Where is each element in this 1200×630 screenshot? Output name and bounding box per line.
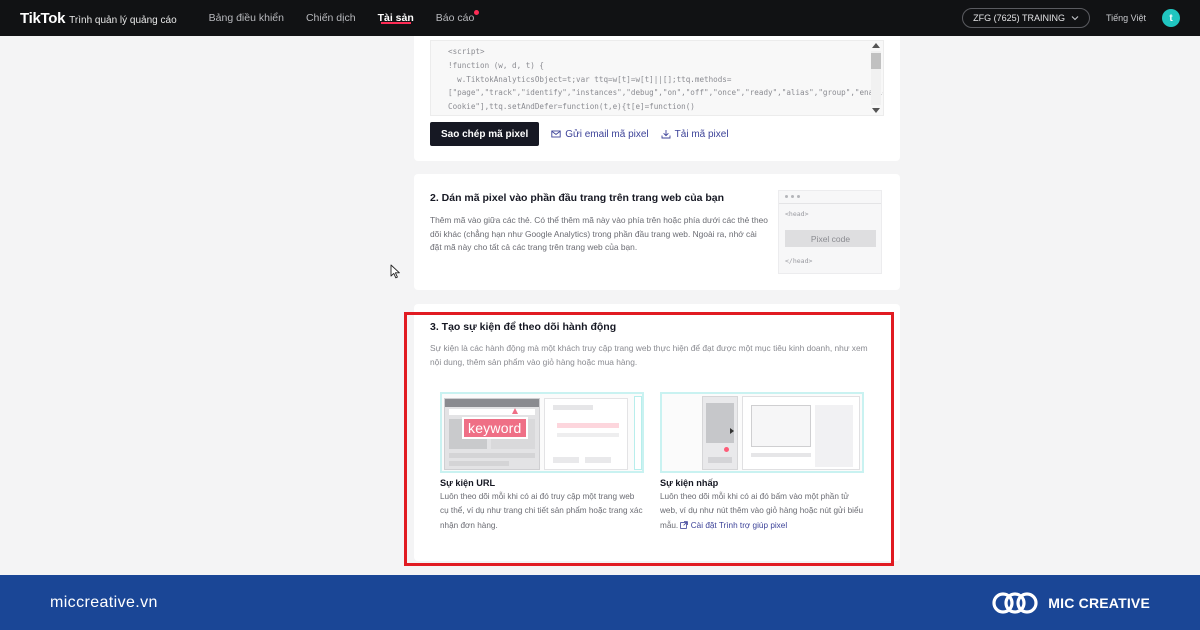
top-right-controls: ZFG (7625) TRAINING Tiếng Việt t bbox=[962, 8, 1180, 28]
pixel-code-box[interactable]: <script> !function (w, d, t) { w.TiktokA… bbox=[430, 40, 884, 116]
code-line: Cookie"],ttq.setAndDefer=function(t,e){t… bbox=[448, 102, 695, 112]
nav-assets[interactable]: Tài sản bbox=[378, 0, 414, 36]
tiktok-logo: TikTok bbox=[20, 9, 66, 27]
click-event-description: Luôn theo dõi mỗi khi có ai đó bấm vào m… bbox=[660, 490, 864, 533]
code-line: !function (w, d, t) { bbox=[448, 60, 545, 70]
footer-banner: miccreative.vn MIC CREATIVE bbox=[0, 575, 1200, 630]
head-open-tag: <head> bbox=[785, 210, 809, 218]
email-pixel-link[interactable]: Gửi email mã pixel bbox=[551, 128, 649, 140]
account-selector[interactable]: ZFG (7625) TRAINING bbox=[962, 8, 1090, 28]
footer-website[interactable]: miccreative.vn bbox=[50, 594, 158, 612]
nav-reports[interactable]: Báo cáo bbox=[435, 0, 480, 36]
pixel-code-placeholder: Pixel code bbox=[785, 230, 876, 247]
nav-reports-label: Báo cáo bbox=[435, 12, 475, 24]
click-event-title: Sự kiện nhấp bbox=[660, 478, 719, 488]
pixel-code-text: <script> !function (w, d, t) { w.TiktokA… bbox=[431, 41, 883, 114]
desktop-mockup bbox=[742, 396, 860, 470]
create-events-card: 3. Tạo sự kiện để theo dõi hành động Sự … bbox=[414, 304, 900, 561]
main-nav: Bảng điều khiển Chiến dịch Tài sản Báo c… bbox=[209, 0, 480, 36]
pixel-actions: Sao chép mã pixel Gửi email mã pixel Tải… bbox=[430, 122, 729, 146]
step3-heading: 3. Tạo sự kiện để theo dõi hành động bbox=[430, 321, 617, 333]
code-line: <script> bbox=[448, 47, 485, 56]
url-event-illustration: keyword bbox=[440, 392, 644, 473]
step3-description: Sự kiện là các hành động mà một khách tr… bbox=[430, 343, 868, 367]
chevron-down-icon bbox=[1071, 16, 1079, 21]
head-close-tag: </head> bbox=[785, 257, 813, 265]
url-event-description: Luôn theo dõi mỗi khi có ai đó truy cập … bbox=[440, 492, 643, 530]
pointer-icon bbox=[730, 428, 734, 434]
code-line: w.TiktokAnalyticsObject=t;var ttq=w[t]=w… bbox=[448, 74, 732, 84]
mic-creative-logo-icon bbox=[992, 591, 1038, 614]
step2-description: Thêm mã vào giữa các thẻ. Có thể thêm mã… bbox=[430, 215, 768, 252]
email-pixel-label: Gửi email mã pixel bbox=[565, 128, 649, 140]
mail-icon bbox=[551, 130, 561, 138]
external-link-icon bbox=[680, 521, 689, 529]
scroll-up-arrow[interactable] bbox=[872, 43, 880, 48]
click-event-illustration bbox=[660, 392, 864, 473]
footer-brand-name: MIC CREATIVE bbox=[1048, 594, 1150, 611]
pixel-helper-link[interactable]: Cài đặt Trình trợ giúp pixel bbox=[680, 521, 787, 530]
app-subtitle: Trình quản lý quảng cáo bbox=[69, 14, 177, 26]
nav-dashboard[interactable]: Bảng điều khiển bbox=[209, 0, 284, 36]
head-tag-illustration: <head> Pixel code </head> bbox=[778, 190, 882, 274]
brand[interactable]: TikTok Trình quản lý quảng cáo bbox=[20, 10, 177, 27]
divider bbox=[779, 203, 881, 204]
nav-campaigns-label: Chiến dịch bbox=[305, 12, 356, 24]
download-pixel-link[interactable]: Tải mã pixel bbox=[661, 129, 729, 140]
nav-campaigns[interactable]: Chiến dịch bbox=[306, 0, 356, 36]
mouse-cursor-icon bbox=[390, 264, 400, 279]
copy-pixel-button[interactable]: Sao chép mã pixel bbox=[430, 122, 540, 146]
pixel-helper-label: Cài đặt Trình trợ giúp pixel bbox=[690, 520, 788, 530]
product-page bbox=[544, 398, 628, 470]
click-event-option[interactable]: Sự kiện nhấp Luôn theo dõi mỗi khi có ai… bbox=[660, 392, 864, 533]
url-event-option[interactable]: keyword Sự kiện URL Luôn theo dõi mỗi kh… bbox=[440, 392, 644, 533]
download-icon bbox=[661, 130, 671, 139]
keyword-pointer bbox=[512, 408, 518, 414]
avatar[interactable]: t bbox=[1162, 9, 1180, 27]
nav-assets-label: Tài sản bbox=[377, 12, 414, 24]
nav-dashboard-label: Bảng điều khiển bbox=[208, 12, 284, 24]
scroll-down-arrow[interactable] bbox=[872, 108, 880, 113]
step2-heading: 2. Dán mã pixel vào phần đầu trang trên … bbox=[430, 192, 725, 204]
url-event-title: Sự kiện URL bbox=[440, 478, 496, 488]
footer-brand: MIC CREATIVE bbox=[992, 589, 1150, 617]
notification-dot bbox=[474, 10, 480, 15]
language-selector[interactable]: Tiếng Việt bbox=[1106, 13, 1146, 23]
side-frame bbox=[634, 396, 642, 470]
scroll-thumb[interactable] bbox=[871, 53, 881, 69]
code-scrollbar[interactable] bbox=[871, 43, 881, 113]
pixel-code-card: <script> !function (w, d, t) { w.TiktokA… bbox=[414, 36, 900, 161]
code-line: ["page","track","identify","instances","… bbox=[448, 88, 883, 98]
download-pixel-label: Tải mã pixel bbox=[674, 128, 729, 140]
top-navigation-bar: TikTok Trình quản lý quảng cáo Bảng điều… bbox=[0, 0, 1200, 36]
keyword-tag: keyword bbox=[462, 417, 528, 439]
paste-pixel-card: 2. Dán mã pixel vào phần đầu trang trên … bbox=[414, 174, 900, 290]
account-selector-label: ZFG (7625) TRAINING bbox=[973, 13, 1065, 23]
window-dots bbox=[785, 195, 800, 198]
